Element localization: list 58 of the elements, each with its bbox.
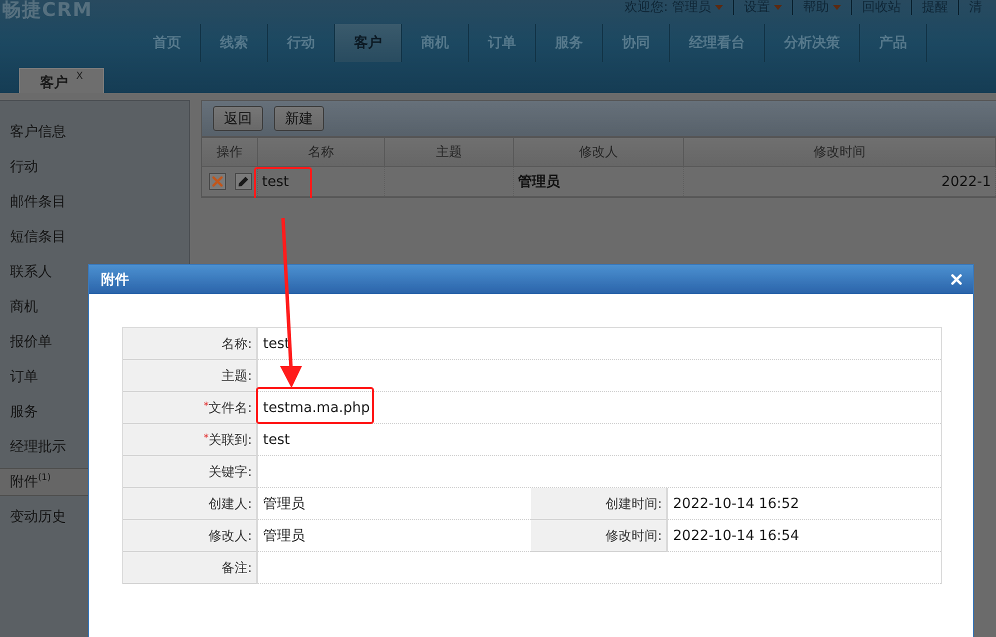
label-text: 文件名:	[208, 400, 252, 416]
table-cell: 2022-1	[941, 174, 991, 190]
nav-tab[interactable]: 首页	[134, 24, 201, 62]
label-text: 关键字:	[208, 464, 252, 480]
table-cell: 管理员	[518, 172, 560, 190]
label-text: 主题:	[222, 368, 252, 384]
nav-tab[interactable]: 协同	[603, 24, 670, 62]
sidebar-item[interactable]: 报价单	[0, 328, 88, 356]
nav-tab[interactable]: 商机	[402, 24, 469, 62]
sidebar-item[interactable]: 经理批示	[0, 433, 88, 461]
sidebar-item[interactable]: 邮件条目	[0, 188, 88, 216]
sidebar-item[interactable]: 联系人	[0, 258, 88, 286]
column-header[interactable]: 修改时间	[684, 138, 996, 166]
field-value: 2022-10-14 16:52	[673, 496, 800, 512]
nav-tab[interactable]: 客户	[335, 24, 402, 62]
sidebar-item[interactable]: 行动	[0, 153, 88, 181]
nav-tab[interactable]: 线索	[201, 24, 268, 62]
field-value: 管理员	[263, 494, 305, 512]
close-icon	[950, 274, 962, 285]
pencil-icon	[238, 176, 249, 187]
nav-tab[interactable]: 产品	[860, 24, 927, 62]
field-value: 管理员	[263, 526, 305, 544]
label-text: 备注:	[222, 560, 252, 576]
required-mark: *	[204, 401, 209, 412]
column-header[interactable]: 操作	[202, 138, 258, 166]
label-text: 修改人:	[208, 528, 252, 544]
field-value: 2022-10-14 16:54	[673, 528, 800, 544]
close-button[interactable]	[949, 272, 963, 286]
page-tab[interactable]: 客户 X	[19, 68, 104, 93]
nav-tab[interactable]: 经理看台	[670, 24, 765, 62]
sidebar-item[interactable]: 变动历史	[0, 503, 88, 531]
sidebar-item[interactable]: 短信条目	[0, 223, 88, 251]
table-cell: test	[262, 174, 289, 190]
toolbar-button[interactable]: 返回	[213, 106, 263, 131]
sidebar-item[interactable]: 客户信息	[0, 118, 88, 146]
label-text: 创建人:	[208, 496, 252, 512]
column-header[interactable]: 主题	[385, 138, 514, 166]
column-header[interactable]: 名称	[258, 138, 385, 166]
field-value: test	[263, 432, 290, 448]
dialog-title: 附件	[101, 270, 129, 288]
edit-button[interactable]	[235, 173, 252, 190]
nav-tab[interactable]: 订单	[469, 24, 536, 62]
tab-close-button[interactable]: X	[76, 72, 83, 82]
required-mark: *	[204, 433, 209, 444]
sidebar-item[interactable]: 服务	[0, 398, 88, 426]
sidebar-item[interactable]: 订单	[0, 363, 88, 391]
label-text: 创建时间:	[606, 496, 662, 512]
sidebar-item[interactable]: 商机	[0, 293, 88, 321]
x-icon	[212, 176, 223, 187]
label-text: 修改时间:	[606, 528, 662, 544]
label-text: 关联到:	[208, 432, 252, 448]
label-text: 名称:	[222, 336, 252, 352]
field-value: testma.ma.php	[263, 400, 370, 416]
nav-tab[interactable]: 分析决策	[765, 24, 860, 62]
toolbar-button[interactable]: 新建	[274, 106, 324, 131]
column-header[interactable]: 修改人	[514, 138, 684, 166]
nav-tab[interactable]: 服务	[536, 24, 603, 62]
sidebar-item[interactable]: 附件$^{(1)}$	[0, 468, 88, 496]
